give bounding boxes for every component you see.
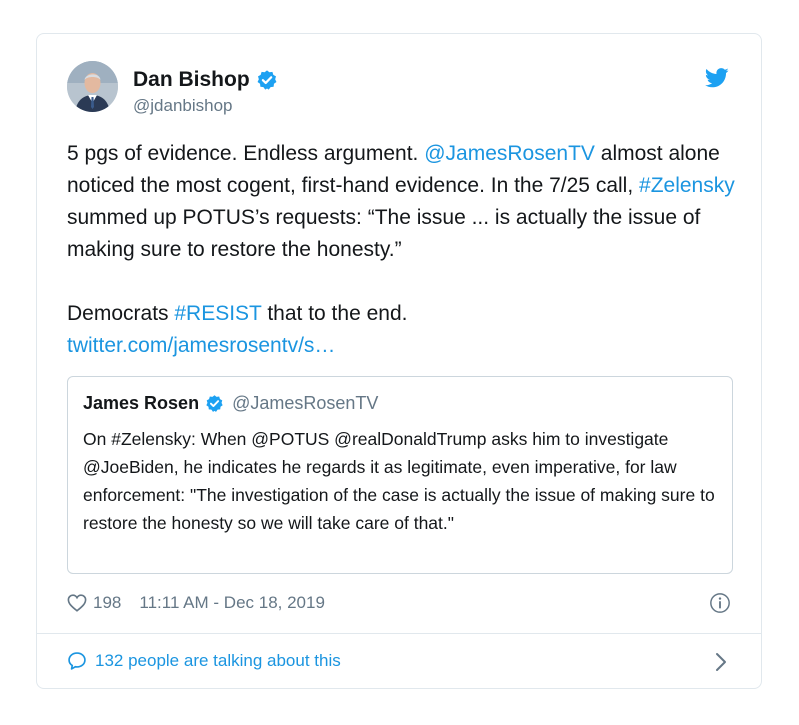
quoted-author-handle: @JamesRosenTV bbox=[232, 393, 379, 413]
tweet-text-segment: summed up POTUS’s requests: “The issue .… bbox=[67, 206, 701, 261]
divider bbox=[37, 633, 761, 634]
like-count[interactable]: 198 bbox=[93, 593, 121, 613]
tweet-text-segment: 5 pgs of evidence. Endless argument. bbox=[67, 142, 425, 165]
conversation-label: 132 people are talking about this bbox=[95, 651, 341, 670]
avatar-photo bbox=[67, 61, 118, 112]
quoted-tweet[interactable]: James Rosen @JamesRosenTV On #Zelensky: … bbox=[67, 376, 733, 574]
tweet-text-segment: that to the end. bbox=[261, 302, 408, 325]
hashtag-link[interactable]: #RESIST bbox=[174, 302, 261, 325]
tweet-timestamp[interactable]: 11:11 AM - Dec 18, 2019 bbox=[139, 593, 325, 613]
tweet-meta-row: 198 11:11 AM - Dec 18, 2019 bbox=[67, 593, 325, 613]
author-handle[interactable]: @jdanbishop bbox=[133, 96, 233, 116]
heart-icon[interactable] bbox=[67, 594, 87, 612]
verified-badge-icon bbox=[206, 395, 223, 412]
tweet-url-link[interactable]: twitter.com/jamesrosentv/s… bbox=[67, 330, 739, 362]
avatar[interactable] bbox=[67, 61, 118, 112]
tweet-text: 5 pgs of evidence. Endless argument. @Ja… bbox=[67, 138, 739, 362]
speech-bubble-icon bbox=[68, 652, 86, 670]
tweet-embed-card: Dan Bishop @jdanbishop 5 pgs of evidence… bbox=[36, 33, 762, 689]
tweet-text-segment: Democrats bbox=[67, 302, 175, 325]
author-name[interactable]: Dan Bishop bbox=[133, 68, 250, 92]
chevron-right-icon[interactable] bbox=[715, 652, 727, 672]
verified-badge-icon bbox=[257, 70, 277, 90]
tweet-paragraph-2: Democrats #RESIST that to the end. bbox=[67, 298, 739, 330]
quoted-author-name: James Rosen bbox=[83, 393, 200, 413]
hashtag-link[interactable]: #Zelensky bbox=[639, 174, 735, 197]
quoted-tweet-header: James Rosen @JamesRosenTV bbox=[83, 393, 378, 414]
twitter-bird-icon[interactable] bbox=[705, 68, 729, 88]
conversation-link[interactable]: 132 people are talking about this bbox=[67, 651, 341, 671]
quoted-tweet-text: On #Zelensky: When @POTUS @realDonaldTru… bbox=[83, 429, 715, 533]
info-icon[interactable] bbox=[709, 592, 731, 614]
author-name-row: Dan Bishop bbox=[133, 68, 278, 92]
tweet-paragraph-1: 5 pgs of evidence. Endless argument. @Ja… bbox=[67, 138, 739, 266]
mention-link[interactable]: @JamesRosenTV bbox=[424, 142, 595, 165]
